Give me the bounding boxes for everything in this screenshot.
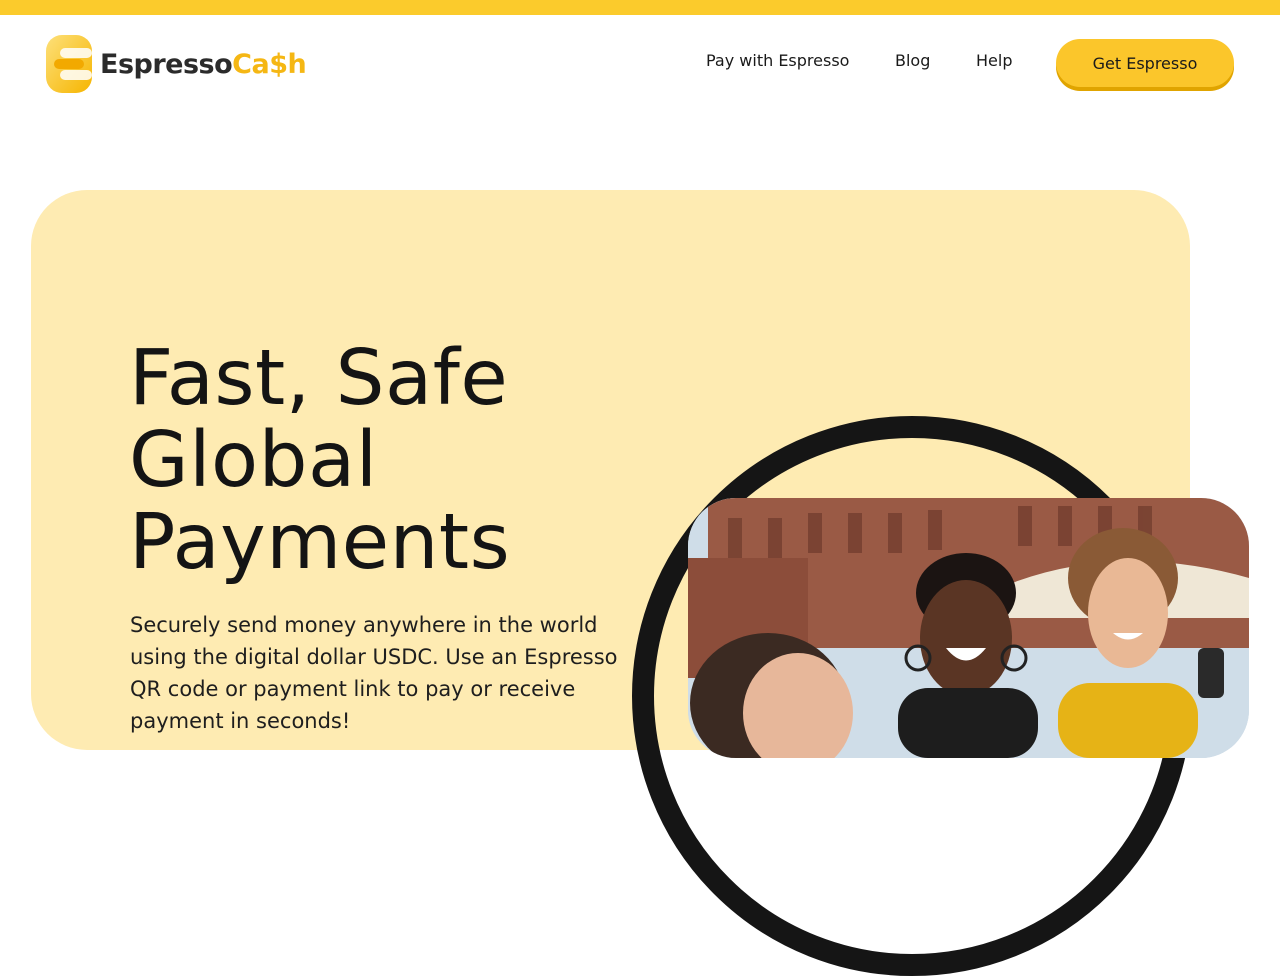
- hero-photo-illustration: [688, 498, 1249, 758]
- brand-wordmark: EspressoCa$h: [100, 48, 307, 80]
- top-accent-strip: [0, 0, 1280, 15]
- espresso-e-logo-icon: [46, 35, 92, 93]
- site-header: EspressoCa$h Pay with Espresso Blog Help…: [0, 15, 1280, 115]
- headline-line-2: Global: [129, 416, 378, 505]
- hero-headline: Fast, Safe Global Payments: [129, 338, 510, 584]
- brand-logo[interactable]: EspressoCa$h: [46, 35, 307, 93]
- get-espresso-button[interactable]: Get Espresso: [1056, 39, 1234, 87]
- nav-help[interactable]: Help: [976, 51, 1012, 70]
- brand-name-part2: Ca$h: [232, 48, 307, 80]
- headline-line-1: Fast, Safe: [129, 334, 509, 423]
- hero-subtext: Securely send money anywhere in the worl…: [130, 613, 618, 733]
- brand-name-part1: Espresso: [100, 48, 233, 80]
- nav-blog[interactable]: Blog: [895, 51, 930, 70]
- hero-photo: [688, 498, 1249, 758]
- nav-pay-with-espresso[interactable]: Pay with Espresso: [706, 51, 849, 70]
- headline-line-3: Payments: [129, 498, 511, 587]
